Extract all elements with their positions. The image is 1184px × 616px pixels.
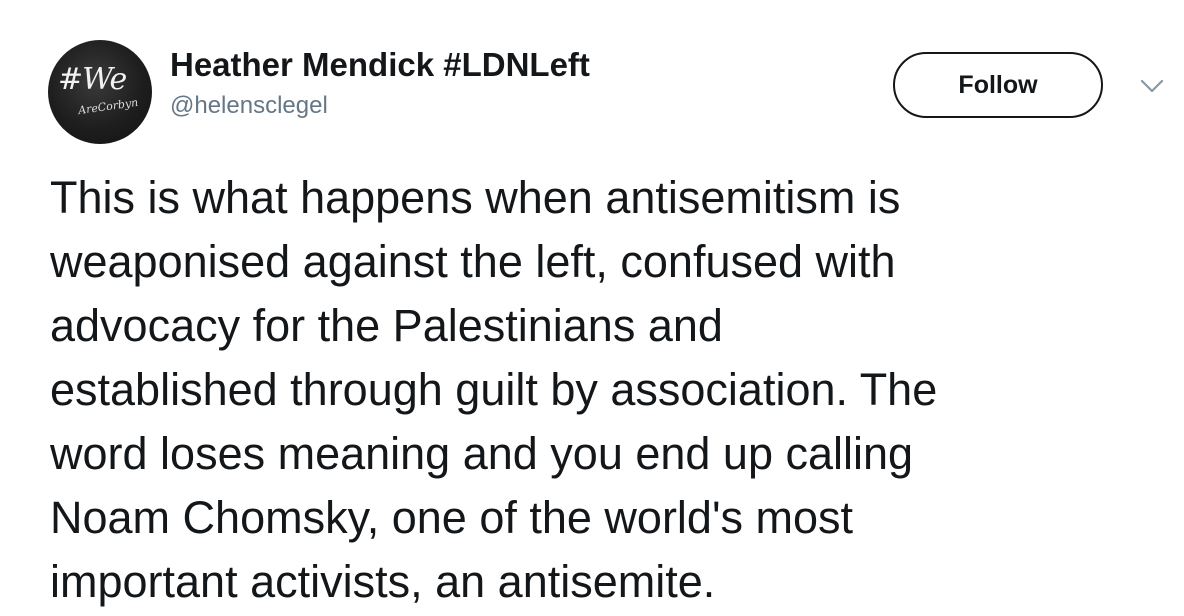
tweet-line: advocacy for the Palestinians and	[50, 300, 723, 351]
tweet-line: word loses meaning and you end up callin…	[50, 428, 914, 479]
tweet-line: established through guilt by association…	[50, 364, 938, 415]
avatar-subtext: AreCorbyn	[77, 95, 139, 118]
avatar-text: #We	[58, 62, 127, 97]
avatar[interactable]: #We AreCorbyn	[48, 40, 152, 144]
tweet-text: This is what happens when antisemitism i…	[50, 166, 1170, 614]
author-name[interactable]: Heather Mendick #LDNLeft	[170, 46, 590, 84]
tweet-line: important activists, an antisemite.	[50, 556, 716, 607]
follow-button[interactable]: Follow	[893, 52, 1103, 118]
tweet-line: This is what happens when antisemitism i…	[50, 172, 901, 223]
author-handle[interactable]: @helensclegel	[170, 92, 328, 120]
chevron-down-icon[interactable]	[1138, 72, 1166, 100]
tweet-line: Noam Chomsky, one of the world's most	[50, 492, 854, 543]
tweet-line: weaponised against the left, confused wi…	[50, 236, 896, 287]
